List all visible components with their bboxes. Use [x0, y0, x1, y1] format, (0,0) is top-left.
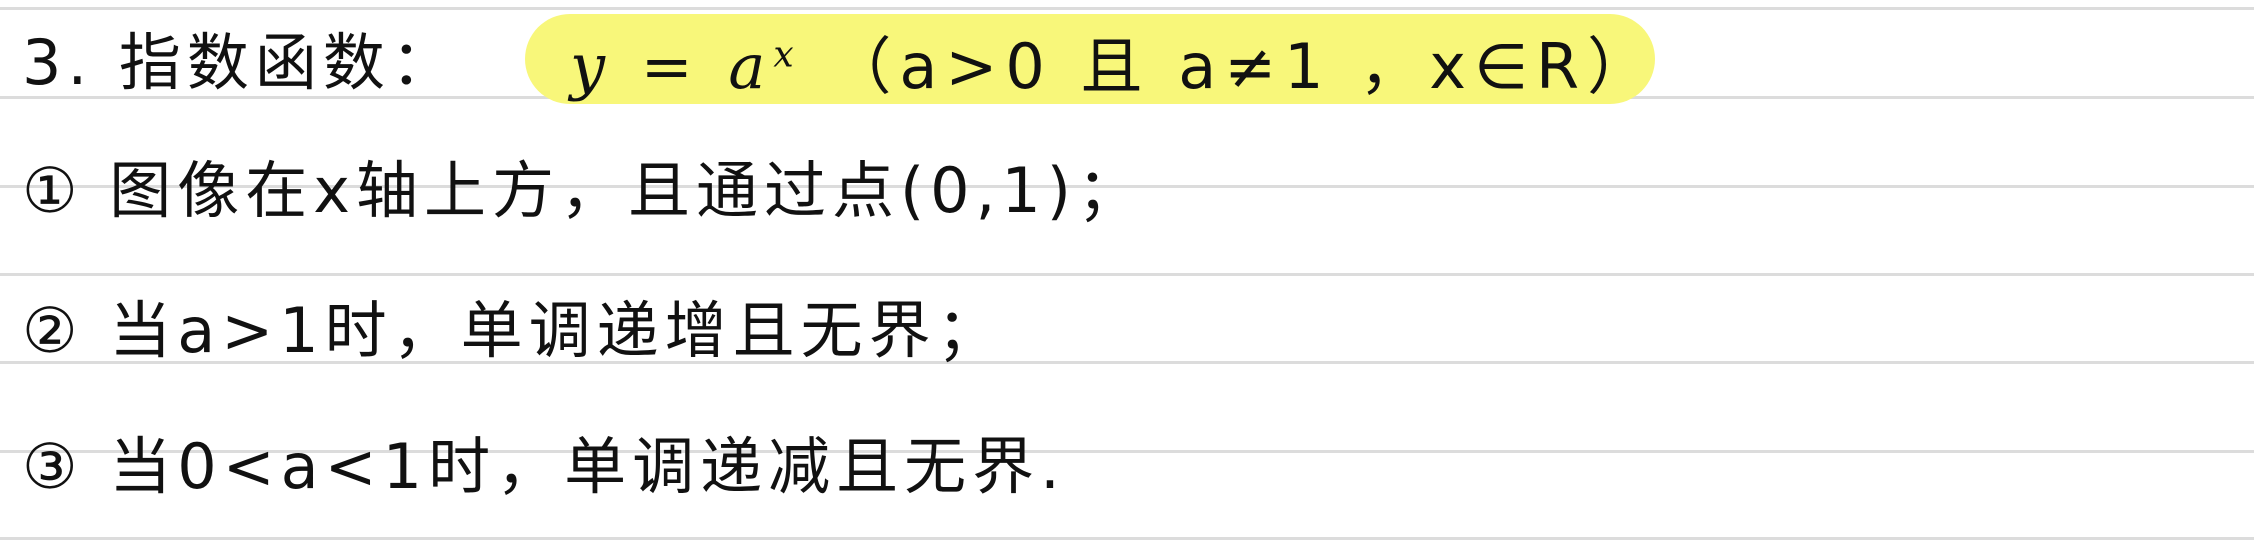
property-item-2: ② 当a>1时，单调递增且无界； [22, 294, 1005, 367]
ruled-line [0, 7, 2254, 10]
ruled-line [0, 273, 2254, 276]
formula-base: y = a [570, 30, 774, 103]
property-item-1: ① 图像在x轴上方，且通过点(0,1)； [22, 154, 1145, 227]
property-item-3: ③ 当0<a<1时，单调递减且无界. [22, 430, 1066, 503]
formula: y = ax （a>0 且 a≠1 ，x∈R） [570, 16, 1657, 106]
formula-exponent: x [773, 34, 802, 76]
formula-condition: （a>0 且 a≠1 ，x∈R） [829, 30, 1658, 103]
heading-label: 3. 指数函数： [22, 26, 459, 99]
